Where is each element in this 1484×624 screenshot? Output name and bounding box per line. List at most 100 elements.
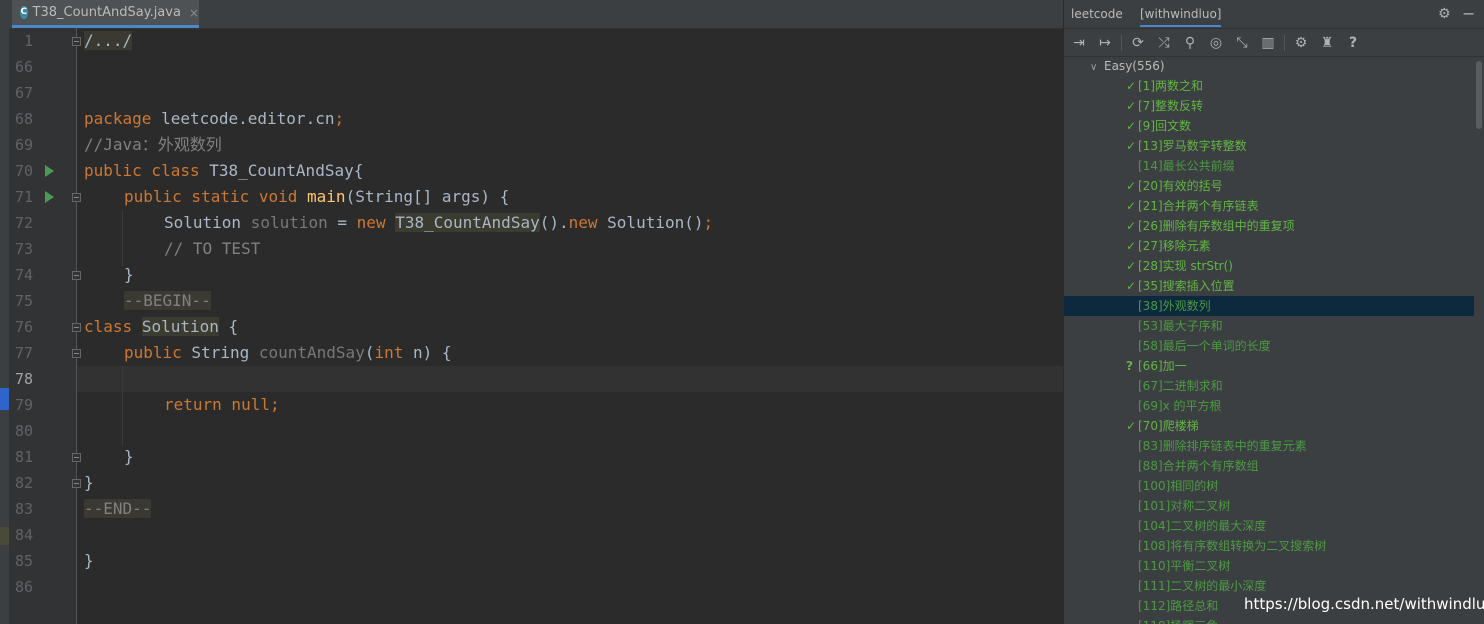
- shuffle-icon[interactable]: ⤮: [1153, 32, 1175, 54]
- list-item[interactable]: [88]合并两个有序数组: [1064, 456, 1474, 476]
- code-line-72[interactable]: Solution solution = new T38_CountAndSay(…: [164, 210, 713, 236]
- list-item[interactable]: ✓ [7]整数反转: [1064, 96, 1474, 116]
- line-number: 77: [14, 344, 33, 362]
- gear-icon[interactable]: ⚙: [1438, 6, 1451, 22]
- tab-leetcode[interactable]: leetcode: [1071, 7, 1123, 21]
- problem-label: [21]合并两个有序链表: [1138, 199, 1259, 213]
- scrollbar[interactable]: [1474, 57, 1484, 624]
- list-item[interactable]: [83]删除排序链表中的重复元素: [1064, 436, 1474, 456]
- code-line-79[interactable]: return null;: [164, 392, 280, 418]
- solved-check-icon: ✓: [1126, 99, 1137, 113]
- list-item[interactable]: [58]最后一个单词的长度: [1064, 336, 1474, 356]
- list-item[interactable]: ✓ [28]实现 strStr(): [1064, 256, 1474, 276]
- fold-icon[interactable]: [72, 453, 81, 462]
- problem-label: [9]回文数: [1138, 119, 1191, 133]
- code-line-71[interactable]: public static void main(String[] args) {: [124, 184, 509, 210]
- list-item[interactable]: [101]对称二叉树: [1064, 496, 1474, 516]
- list-item[interactable]: ✓ [20]有效的括号: [1064, 176, 1474, 196]
- code-line-83[interactable]: --END--: [84, 496, 152, 522]
- search-icon[interactable]: ⚲: [1179, 32, 1201, 54]
- indent-guide: [122, 366, 123, 446]
- list-item[interactable]: [53]最大子序和: [1064, 316, 1474, 336]
- solved-check-icon: ✓: [1126, 139, 1137, 153]
- line-number: 68: [14, 110, 33, 128]
- list-item[interactable]: ✓ [21]合并两个有序链表: [1064, 196, 1474, 216]
- problem-label: [35]搜索插入位置: [1138, 279, 1235, 293]
- problem-label: [38]外观数列: [1138, 299, 1211, 313]
- help-icon[interactable]: ?: [1342, 32, 1364, 54]
- code-line-77[interactable]: public String countAndSay(int n) {: [124, 340, 452, 366]
- list-item[interactable]: [14]最长公共前缀: [1064, 156, 1474, 176]
- list-item[interactable]: ✓ [70]爬楼梯: [1064, 416, 1474, 436]
- scrollbar-thumb[interactable]: [1476, 61, 1482, 129]
- target-icon[interactable]: ◎: [1205, 32, 1227, 54]
- close-icon[interactable]: ×: [189, 6, 199, 20]
- clear-icon[interactable]: ♜: [1316, 32, 1338, 54]
- list-item[interactable]: ? [66]加一: [1064, 356, 1474, 376]
- run-icon[interactable]: [45, 165, 54, 177]
- code-line-75[interactable]: --BEGIN--: [124, 288, 211, 314]
- problem-label: [14]最长公共前缀: [1138, 159, 1235, 173]
- run-icon[interactable]: [45, 191, 54, 203]
- chevron-down-icon[interactable]: ∨: [1090, 62, 1104, 73]
- list-item[interactable]: ✓ [27]移除元素: [1064, 236, 1474, 256]
- problem-label: [66]加一: [1138, 359, 1187, 373]
- solved-check-icon: ✓: [1126, 239, 1137, 253]
- chart-icon[interactable]: ▥: [1257, 32, 1279, 54]
- code-line-81[interactable]: }: [124, 444, 134, 470]
- list-item[interactable]: ✓ [26]删除有序数组中的重复项: [1064, 216, 1474, 236]
- panel-toolbar: ⇥ ↦ ⟳ ⤮ ⚲ ◎ ⤡ ▥ ⚙ ♜ ?: [1064, 29, 1484, 57]
- list-item[interactable]: [108]将有序数组转换为二叉搜索树: [1064, 536, 1474, 556]
- hide-panel-icon[interactable]: −: [1462, 4, 1475, 23]
- list-item[interactable]: [111]二叉树的最小深度: [1064, 576, 1474, 596]
- tab-t38-countandsay[interactable]: C T38_CountAndSay.java ×: [12, 0, 199, 28]
- list-item[interactable]: [38]外观数列: [1064, 296, 1474, 316]
- list-item[interactable]: ✓ [1]两数之和: [1064, 76, 1474, 96]
- line-number: 71: [14, 188, 33, 206]
- list-item[interactable]: [69]x 的平方根: [1064, 396, 1474, 416]
- code-line-1[interactable]: /.../: [84, 28, 133, 54]
- problem-label: [67]二进制求和: [1138, 379, 1223, 393]
- code-line-69[interactable]: //Java：外观数列: [84, 132, 222, 158]
- problem-label: [112]路径总和: [1138, 599, 1219, 613]
- line-number: 72: [14, 214, 33, 232]
- line-number: 66: [14, 58, 33, 76]
- list-item[interactable]: [110]平衡二叉树: [1064, 556, 1474, 576]
- indent-guide: [122, 210, 123, 266]
- list-item[interactable]: ✓ [35]搜索插入位置: [1064, 276, 1474, 296]
- code-line-68[interactable]: package leetcode.editor.cn;: [84, 106, 344, 132]
- list-item[interactable]: ✓ [13]罗马数字转整数: [1064, 136, 1474, 156]
- line-number-active: 78: [14, 370, 33, 388]
- tree-root-easy[interactable]: ∨ Easy(556): [1090, 59, 1165, 73]
- current-line-highlight: [77, 366, 1063, 392]
- collapse-icon[interactable]: ⤡: [1231, 32, 1253, 54]
- line-number: 82: [14, 474, 33, 492]
- tab-user[interactable]: [withwindluo]: [1140, 7, 1222, 27]
- editor-tab-bar: C T38_CountAndSay.java ×: [9, 0, 1063, 29]
- settings-icon[interactable]: ⚙: [1290, 32, 1312, 54]
- refresh-icon[interactable]: ⟳: [1127, 32, 1149, 54]
- fold-icon[interactable]: [72, 193, 81, 202]
- fold-icon[interactable]: [72, 37, 81, 46]
- code-line-70[interactable]: public class T38_CountAndSay{: [84, 158, 363, 184]
- fold-icon[interactable]: [72, 271, 81, 280]
- list-item[interactable]: [104]二叉树的最大深度: [1064, 516, 1474, 536]
- code-line-85[interactable]: }: [84, 548, 94, 574]
- logout-icon[interactable]: ↦: [1094, 32, 1116, 54]
- line-number: 73: [14, 240, 33, 258]
- watermark: https://blog.csdn.net/withwindluo: [1244, 595, 1484, 613]
- solved-check-icon: ✓: [1126, 119, 1137, 133]
- fold-icon[interactable]: [72, 323, 81, 332]
- list-item[interactable]: [100]相同的树: [1064, 476, 1474, 496]
- panel-tab-bar: leetcode [withwindluo] ⚙ −: [1064, 0, 1484, 29]
- code-line-76[interactable]: class Solution {: [84, 314, 238, 340]
- fold-icon[interactable]: [72, 349, 81, 358]
- fold-icon[interactable]: [72, 479, 81, 488]
- list-item[interactable]: [67]二进制求和: [1064, 376, 1474, 396]
- code-line-82[interactable]: }: [84, 470, 94, 496]
- list-item[interactable]: ✓ [9]回文数: [1064, 116, 1474, 136]
- login-icon[interactable]: ⇥: [1068, 32, 1090, 54]
- list-item[interactable]: [118]杨辉三角: [1064, 616, 1474, 624]
- code-line-73[interactable]: // TO TEST: [164, 236, 260, 262]
- code-line-74[interactable]: }: [124, 262, 134, 288]
